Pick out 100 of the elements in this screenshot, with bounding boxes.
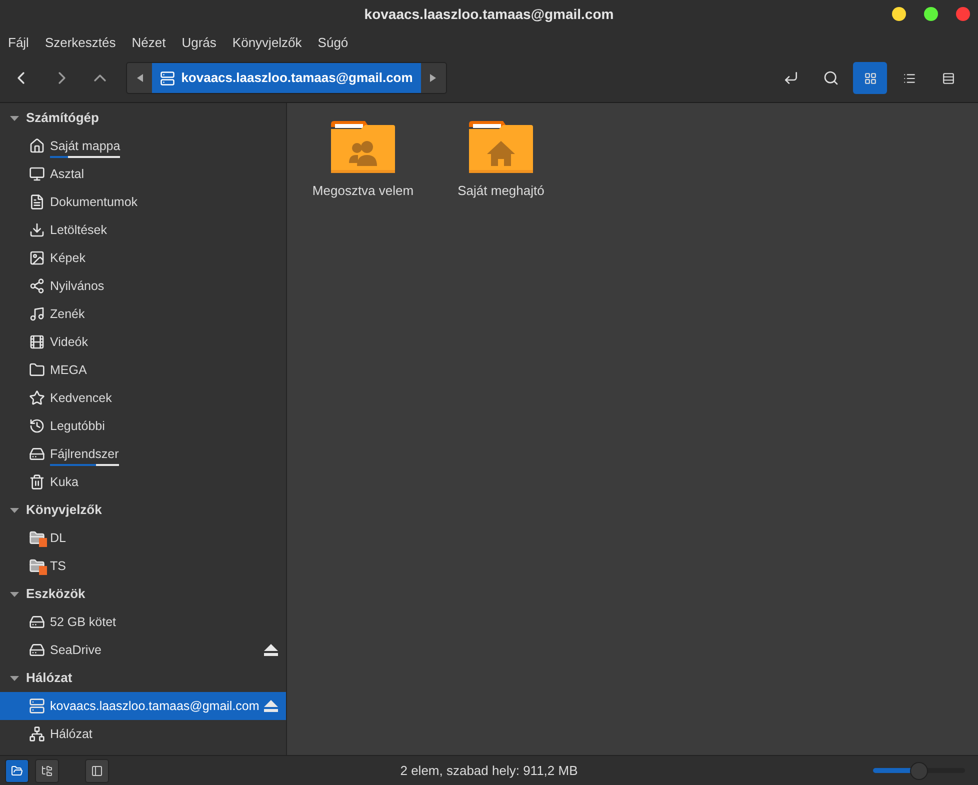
film-icon <box>29 334 45 350</box>
tree-icon <box>41 764 53 776</box>
sidebar-item[interactable]: Kuka <box>0 468 286 496</box>
music-note-icon <box>29 306 45 322</box>
sidebar-item[interactable]: Videók <box>0 328 286 356</box>
sidebar-item[interactable]: Saját mappa <box>0 132 286 160</box>
section-header: Eszközök <box>26 585 86 604</box>
path-button[interactable]: kovaacs.laaszloo.tamaas@gmail.com <box>152 63 421 93</box>
share-icon <box>29 278 45 294</box>
grid-view-icon <box>864 72 876 84</box>
menu-item[interactable]: Ugrás <box>182 33 216 53</box>
sidebar-item-label: DL <box>50 530 66 545</box>
section-header: Számítógép <box>26 109 99 128</box>
star-icon <box>29 390 45 406</box>
drive-icon <box>29 614 45 630</box>
sidebar-item-label: Saját mappa <box>50 138 120 153</box>
enter-icon[interactable] <box>783 70 799 86</box>
menu-item[interactable]: Fájl <box>8 33 29 53</box>
sidebar-item[interactable]: Legutóbbi <box>0 412 286 440</box>
expander-icon[interactable] <box>10 116 19 120</box>
list-view-icon <box>902 72 916 84</box>
sidebar-item-label: 52 GB kötet <box>50 614 116 629</box>
menu-item[interactable]: Szerkesztés <box>44 33 116 53</box>
maximize-button[interactable] <box>924 7 938 21</box>
sidebar-item[interactable]: MEGA <box>0 356 286 384</box>
status-text: 2 elem, szabad hely: 911,2 MB <box>400 762 578 780</box>
sidebar-item-label: Nyilvános <box>50 278 104 293</box>
section-header: Hálózat <box>26 669 72 688</box>
expander-icon[interactable] <box>10 592 19 596</box>
compact-view-icon <box>942 72 954 84</box>
sidebar-item-label: Zenék <box>50 306 85 321</box>
home-folder-icon <box>469 121 533 173</box>
panel-icon <box>91 764 103 776</box>
monitor-icon <box>29 166 45 182</box>
drive-icon <box>29 446 45 462</box>
folder-name: Saját meghajtó <box>458 182 544 200</box>
folder-item[interactable]: Saját meghajtó <box>445 121 557 200</box>
sidebar-item[interactable]: TS <box>0 552 286 580</box>
sidebar-item-label: Kuka <box>50 474 78 489</box>
image-icon <box>29 250 45 266</box>
window-title: kovaacs.laaszloo.tamaas@gmail.com <box>364 4 614 24</box>
sidebar-item-label: MEGA <box>50 362 87 377</box>
sidebar-item[interactable]: SeaDrive <box>0 636 286 664</box>
home-icon <box>29 138 45 154</box>
view-button[interactable] <box>853 62 887 94</box>
sidebar-item[interactable]: Nyilvános <box>0 272 286 300</box>
slider-thumb[interactable] <box>910 762 928 780</box>
menu-item[interactable]: Könyvjelzők <box>232 33 302 53</box>
document-icon <box>29 194 45 210</box>
sidebar-item[interactable]: Dokumentumok <box>0 188 286 216</box>
sidebar-item[interactable]: Zenék <box>0 300 286 328</box>
sidebar-mode-button[interactable] <box>5 758 29 782</box>
sidebar-item[interactable]: DL <box>0 524 286 552</box>
server-icon <box>160 70 176 86</box>
sidebar-mode-button[interactable] <box>35 758 59 782</box>
sidebar-item[interactable]: Fájlrendszer <box>0 440 286 468</box>
clock-icon <box>29 418 45 434</box>
sidebar-item-label: Asztal <box>50 166 84 181</box>
network-icon <box>29 726 45 742</box>
sidebar-item-label: Letöltések <box>50 222 107 237</box>
sidebar-item-label: Hálózat <box>50 726 92 741</box>
menu-item[interactable]: Nézet <box>132 33 166 53</box>
folder-icon <box>29 362 45 378</box>
folder-icon <box>11 764 23 776</box>
sidebar-item-label: Kedvencek <box>50 390 112 405</box>
sidebar-item-label: Fájlrendszer <box>50 446 119 461</box>
eject-icon[interactable] <box>264 644 278 656</box>
sidebar-item-label: Videók <box>50 334 88 349</box>
section-header: Könyvjelzők <box>26 501 102 520</box>
sidebar-item[interactable]: Kedvencek <box>0 384 286 412</box>
location-bar[interactable]: kovaacs.laaszloo.tamaas@gmail.com <box>126 62 447 94</box>
zoom-slider[interactable] <box>873 760 965 780</box>
sidebar-item[interactable]: Asztal <box>0 160 286 188</box>
sidebar-item-label: Dokumentumok <box>50 194 138 209</box>
sidebar-mode-button[interactable] <box>85 758 109 782</box>
expander-icon[interactable] <box>10 676 19 680</box>
sidebar-item-label: kovaacs.laaszloo.tamaas@gmail.com <box>50 698 260 713</box>
drive-icon <box>29 642 45 658</box>
minimize-button[interactable] <box>892 7 906 21</box>
menu-item[interactable]: Súgó <box>318 33 348 53</box>
sidebar-item-label: TS <box>50 558 66 573</box>
sidebar-item-label: SeaDrive <box>50 642 102 657</box>
warning-badge-icon <box>39 538 47 547</box>
server-icon <box>29 698 45 714</box>
search-icon[interactable] <box>823 70 839 86</box>
sidebar-item[interactable]: Hálózat <box>0 720 286 748</box>
folder-name: Megosztva velem <box>312 182 414 200</box>
warning-badge-icon <box>39 566 47 575</box>
shared-folder-icon <box>331 121 395 173</box>
sidebar-item[interactable]: Letöltések <box>0 216 286 244</box>
close-button[interactable] <box>956 7 970 21</box>
download-icon <box>29 222 45 238</box>
expander-icon[interactable] <box>10 508 19 512</box>
sidebar-item[interactable]: 52 GB kötet <box>0 608 286 636</box>
sidebar-item[interactable]: kovaacs.laaszloo.tamaas@gmail.com <box>0 692 286 720</box>
trash-icon <box>29 474 45 490</box>
sidebar-item-label: Képek <box>50 250 86 265</box>
sidebar-item[interactable]: Képek <box>0 244 286 272</box>
folder-item[interactable]: Megosztva velem <box>307 121 419 200</box>
eject-icon[interactable] <box>264 700 278 712</box>
